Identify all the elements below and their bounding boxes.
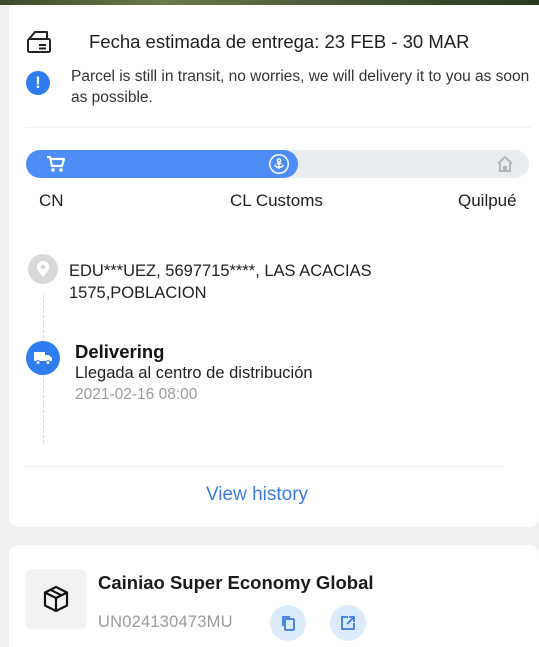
view-history-link[interactable]: View history <box>9 484 505 506</box>
tracking-card: Fecha estimada de entrega: 23 FEB - 30 M… <box>9 5 539 527</box>
route-origin-label: CN <box>39 191 64 210</box>
info-icon: ! <box>26 71 50 95</box>
carrier-name: Cainiao Super Economy Global <box>98 572 374 593</box>
carrier-card: Cainiao Super Economy Global UN024130473… <box>9 545 539 647</box>
estimated-delivery-text: Fecha estimada de entrega: 23 FEB - 30 M… <box>89 31 470 52</box>
truck-box-icon <box>26 30 52 54</box>
open-carrier-site-button[interactable] <box>330 605 366 641</box>
package-icon <box>26 569 86 629</box>
route-destination-label: Quilpué <box>458 191 517 210</box>
event-description: Llegada al centro de distribución <box>75 364 313 382</box>
location-pin-icon <box>28 254 58 284</box>
estimated-delivery-row: Fecha estimada de entrega: 23 FEB - 30 M… <box>9 27 539 61</box>
event-timestamp: 2021-02-16 08:00 <box>75 386 198 403</box>
progress-fill <box>26 150 298 178</box>
anchor-icon <box>269 154 289 174</box>
tracking-number: UN024130473MU <box>98 613 233 631</box>
home-icon <box>496 155 514 173</box>
transit-notice: Parcel is still in transit, no worries, … <box>71 68 530 106</box>
shipping-progress-bar <box>26 150 529 178</box>
divider <box>26 127 531 128</box>
event-status: Delivering <box>75 341 165 362</box>
cart-icon <box>46 155 66 173</box>
delivery-address: EDU***UEZ, 5697715****, LAS ACACIAS 1575… <box>69 262 372 302</box>
delivery-truck-icon <box>26 341 60 375</box>
divider <box>26 466 504 467</box>
copy-tracking-button[interactable] <box>270 605 306 641</box>
route-customs-label: CL Customs <box>230 191 323 210</box>
